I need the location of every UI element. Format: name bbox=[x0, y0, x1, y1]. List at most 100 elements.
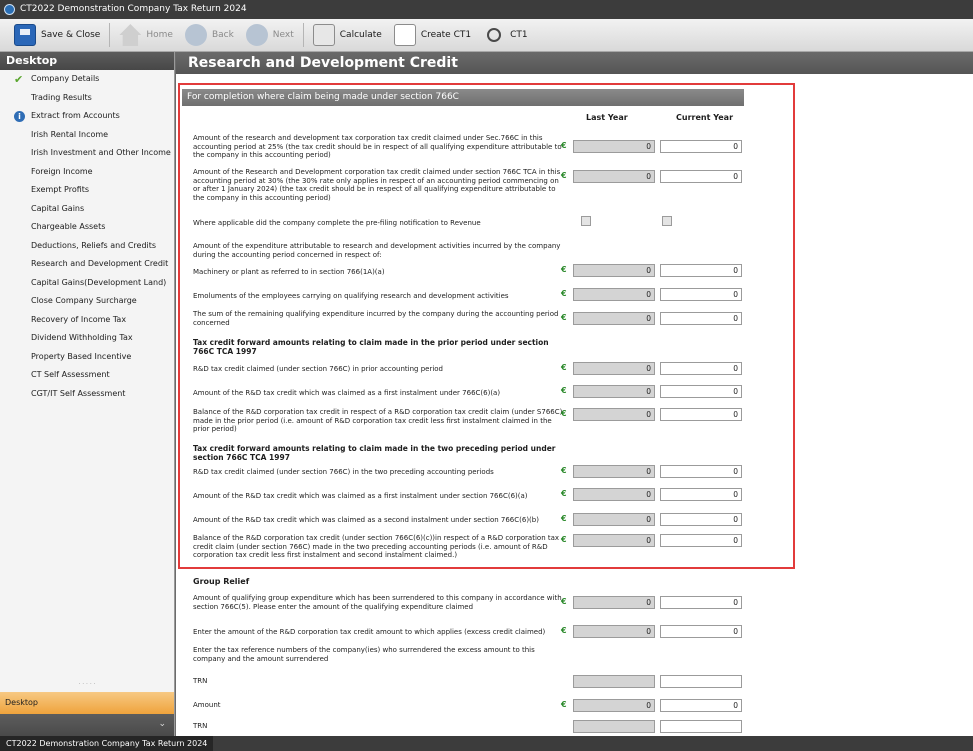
current-year-input[interactable]: 0 bbox=[660, 288, 742, 301]
field-label: TRN bbox=[193, 677, 208, 685]
toolbar: Save & Close Home Back Next Calculate Cr… bbox=[0, 19, 973, 52]
sidebar-item[interactable]: Property Based Incentive bbox=[0, 348, 174, 367]
current-year-input[interactable]: 0 bbox=[660, 625, 742, 638]
sidebar-item[interactable]: CT Self Assessment bbox=[0, 366, 174, 385]
euro-symbol: € bbox=[561, 466, 567, 475]
field-label: Enter the tax reference numbers of the c… bbox=[193, 646, 535, 663]
sidebar-item[interactable]: Capital Gains(Development Land) bbox=[0, 274, 174, 293]
ct1-button[interactable]: CT1 bbox=[477, 22, 534, 48]
sidebar-item[interactable]: Close Company Surcharge bbox=[0, 292, 174, 311]
field-label: Amount of the R&D tax credit which was c… bbox=[193, 389, 501, 397]
field-label: Machinery or plant as referred to in sec… bbox=[193, 268, 385, 276]
page-title: Research and Development Credit bbox=[176, 52, 973, 74]
column-header-current-year: Current Year bbox=[676, 113, 734, 122]
field-label: Amount of the Research and Development c… bbox=[193, 168, 561, 202]
current-year-input[interactable]: 0 bbox=[660, 465, 742, 478]
calculate-button[interactable]: Calculate bbox=[307, 22, 388, 48]
sidebar-item-label: Close Company Surcharge bbox=[31, 296, 137, 305]
sidebar-item-label: Extract from Accounts bbox=[31, 111, 120, 120]
sidebar-item[interactable]: Trading Results bbox=[0, 89, 174, 108]
current-year-input[interactable]: 0 bbox=[660, 312, 742, 325]
calculator-icon bbox=[312, 24, 335, 46]
current-year-input[interactable]: 0 bbox=[660, 385, 742, 398]
current-year-input[interactable]: 0 bbox=[660, 140, 742, 153]
last-year-field: 0 bbox=[573, 596, 655, 609]
sidebar-item[interactable]: Foreign Income bbox=[0, 163, 174, 182]
sidebar-item-label: CT Self Assessment bbox=[31, 370, 110, 379]
last-year-field: 0 bbox=[573, 385, 655, 398]
last-year-field: 0 bbox=[573, 699, 655, 712]
field-label: TRN bbox=[193, 722, 208, 730]
save-icon bbox=[14, 24, 36, 46]
create-ct1-button[interactable]: Create CT1 bbox=[388, 22, 477, 48]
current-year-input[interactable]: 0 bbox=[660, 170, 742, 183]
sidebar-item[interactable]: Capital Gains bbox=[0, 200, 174, 219]
last-year-field: 0 bbox=[573, 513, 655, 526]
sidebar-item[interactable]: Research and Development Credit bbox=[0, 255, 174, 274]
sidebar-item[interactable]: Exempt Profits bbox=[0, 181, 174, 200]
sidebar-item[interactable]: Deductions, Reliefs and Credits bbox=[0, 237, 174, 256]
sidebar-item-label: Capital Gains bbox=[31, 203, 85, 213]
save-close-button[interactable]: Save & Close bbox=[8, 22, 106, 48]
home-icon bbox=[119, 24, 142, 46]
sidebar-item[interactable]: CGT/IT Self Assessment bbox=[0, 385, 174, 404]
current-year-input[interactable] bbox=[660, 675, 742, 688]
euro-symbol: € bbox=[561, 700, 567, 709]
sidebar-item-label: Research and Development Credit bbox=[31, 259, 169, 268]
sidebar-item-label: Exempt Profits bbox=[31, 185, 90, 194]
chevron-down-icon[interactable]: ⌄ bbox=[158, 719, 166, 729]
window-titlebar: CT2022 Demonstration Company Tax Return … bbox=[0, 0, 973, 19]
field-label: R&D tax credit claimed (under section 76… bbox=[193, 365, 443, 373]
current-year-input[interactable] bbox=[660, 720, 742, 733]
last-year-field: 0 bbox=[573, 362, 655, 375]
sidebar-header: Desktop bbox=[0, 52, 174, 70]
euro-symbol: € bbox=[561, 409, 567, 418]
info-icon: i bbox=[14, 111, 25, 122]
sidebar-item[interactable]: Dividend Withholding Tax bbox=[0, 329, 174, 348]
sidebar-footer-desktop[interactable]: Desktop bbox=[0, 692, 174, 714]
current-year-input[interactable]: 0 bbox=[660, 596, 742, 609]
field-label: Amount of qualifying group expenditure w… bbox=[193, 594, 562, 611]
current-year-input[interactable]: 0 bbox=[660, 362, 742, 375]
subsection-heading: Tax credit forward amounts relating to c… bbox=[193, 444, 556, 462]
current-year-checkbox[interactable] bbox=[662, 216, 672, 226]
home-button[interactable]: Home bbox=[113, 22, 179, 48]
field-label: Amount of the R&D tax credit which was c… bbox=[193, 516, 539, 524]
field-label: Amount bbox=[193, 701, 221, 709]
field-label: The sum of the remaining qualifying expe… bbox=[193, 310, 559, 327]
window-title: CT2022 Demonstration Company Tax Return … bbox=[20, 4, 247, 14]
euro-symbol: € bbox=[561, 141, 567, 150]
section-header: For completion where claim being made un… bbox=[182, 89, 744, 106]
last-year-field: 0 bbox=[573, 625, 655, 638]
back-arrow-icon bbox=[184, 24, 207, 46]
euro-symbol: € bbox=[561, 489, 567, 498]
sidebar-item[interactable]: Irish Investment and Other Income bbox=[0, 144, 174, 163]
current-year-input[interactable]: 0 bbox=[660, 699, 742, 712]
sidebar-item[interactable]: Irish Rental Income bbox=[0, 126, 174, 145]
last-year-field: 0 bbox=[573, 264, 655, 277]
sidebar-item[interactable]: Recovery of Income Tax bbox=[0, 311, 174, 330]
status-tab[interactable]: CT2022 Demonstration Company Tax Return … bbox=[0, 736, 214, 751]
current-year-input[interactable]: 0 bbox=[660, 534, 742, 547]
sidebar-item[interactable]: i Extract from Accounts bbox=[0, 107, 174, 126]
next-button[interactable]: Next bbox=[240, 22, 300, 48]
current-year-input[interactable]: 0 bbox=[660, 408, 742, 421]
current-year-input[interactable]: 0 bbox=[660, 513, 742, 526]
field-label: R&D tax credit claimed (under section 76… bbox=[193, 468, 494, 476]
subsection-heading: Tax credit forward amounts relating to c… bbox=[193, 338, 549, 356]
euro-symbol: € bbox=[561, 626, 567, 635]
check-icon: ✔ bbox=[14, 73, 24, 86]
sidebar: Desktop ✔ Company Details Trading Results i… bbox=[0, 52, 175, 736]
field-label: Emoluments of the employees carrying on … bbox=[193, 292, 509, 300]
last-year-field: 0 bbox=[573, 312, 655, 325]
sidebar-item[interactable]: Chargeable Assets bbox=[0, 218, 174, 237]
sidebar-item[interactable]: ✔ Company Details bbox=[0, 70, 174, 89]
last-year-field bbox=[573, 675, 655, 688]
splitter-grip[interactable]: · · · · · bbox=[0, 682, 174, 688]
back-button[interactable]: Back bbox=[179, 22, 240, 48]
document-icon bbox=[393, 24, 416, 46]
sidebar-item-label: Trading Results bbox=[31, 92, 92, 102]
column-header-last-year: Last Year bbox=[586, 113, 628, 122]
current-year-input[interactable]: 0 bbox=[660, 264, 742, 277]
current-year-input[interactable]: 0 bbox=[660, 488, 742, 501]
